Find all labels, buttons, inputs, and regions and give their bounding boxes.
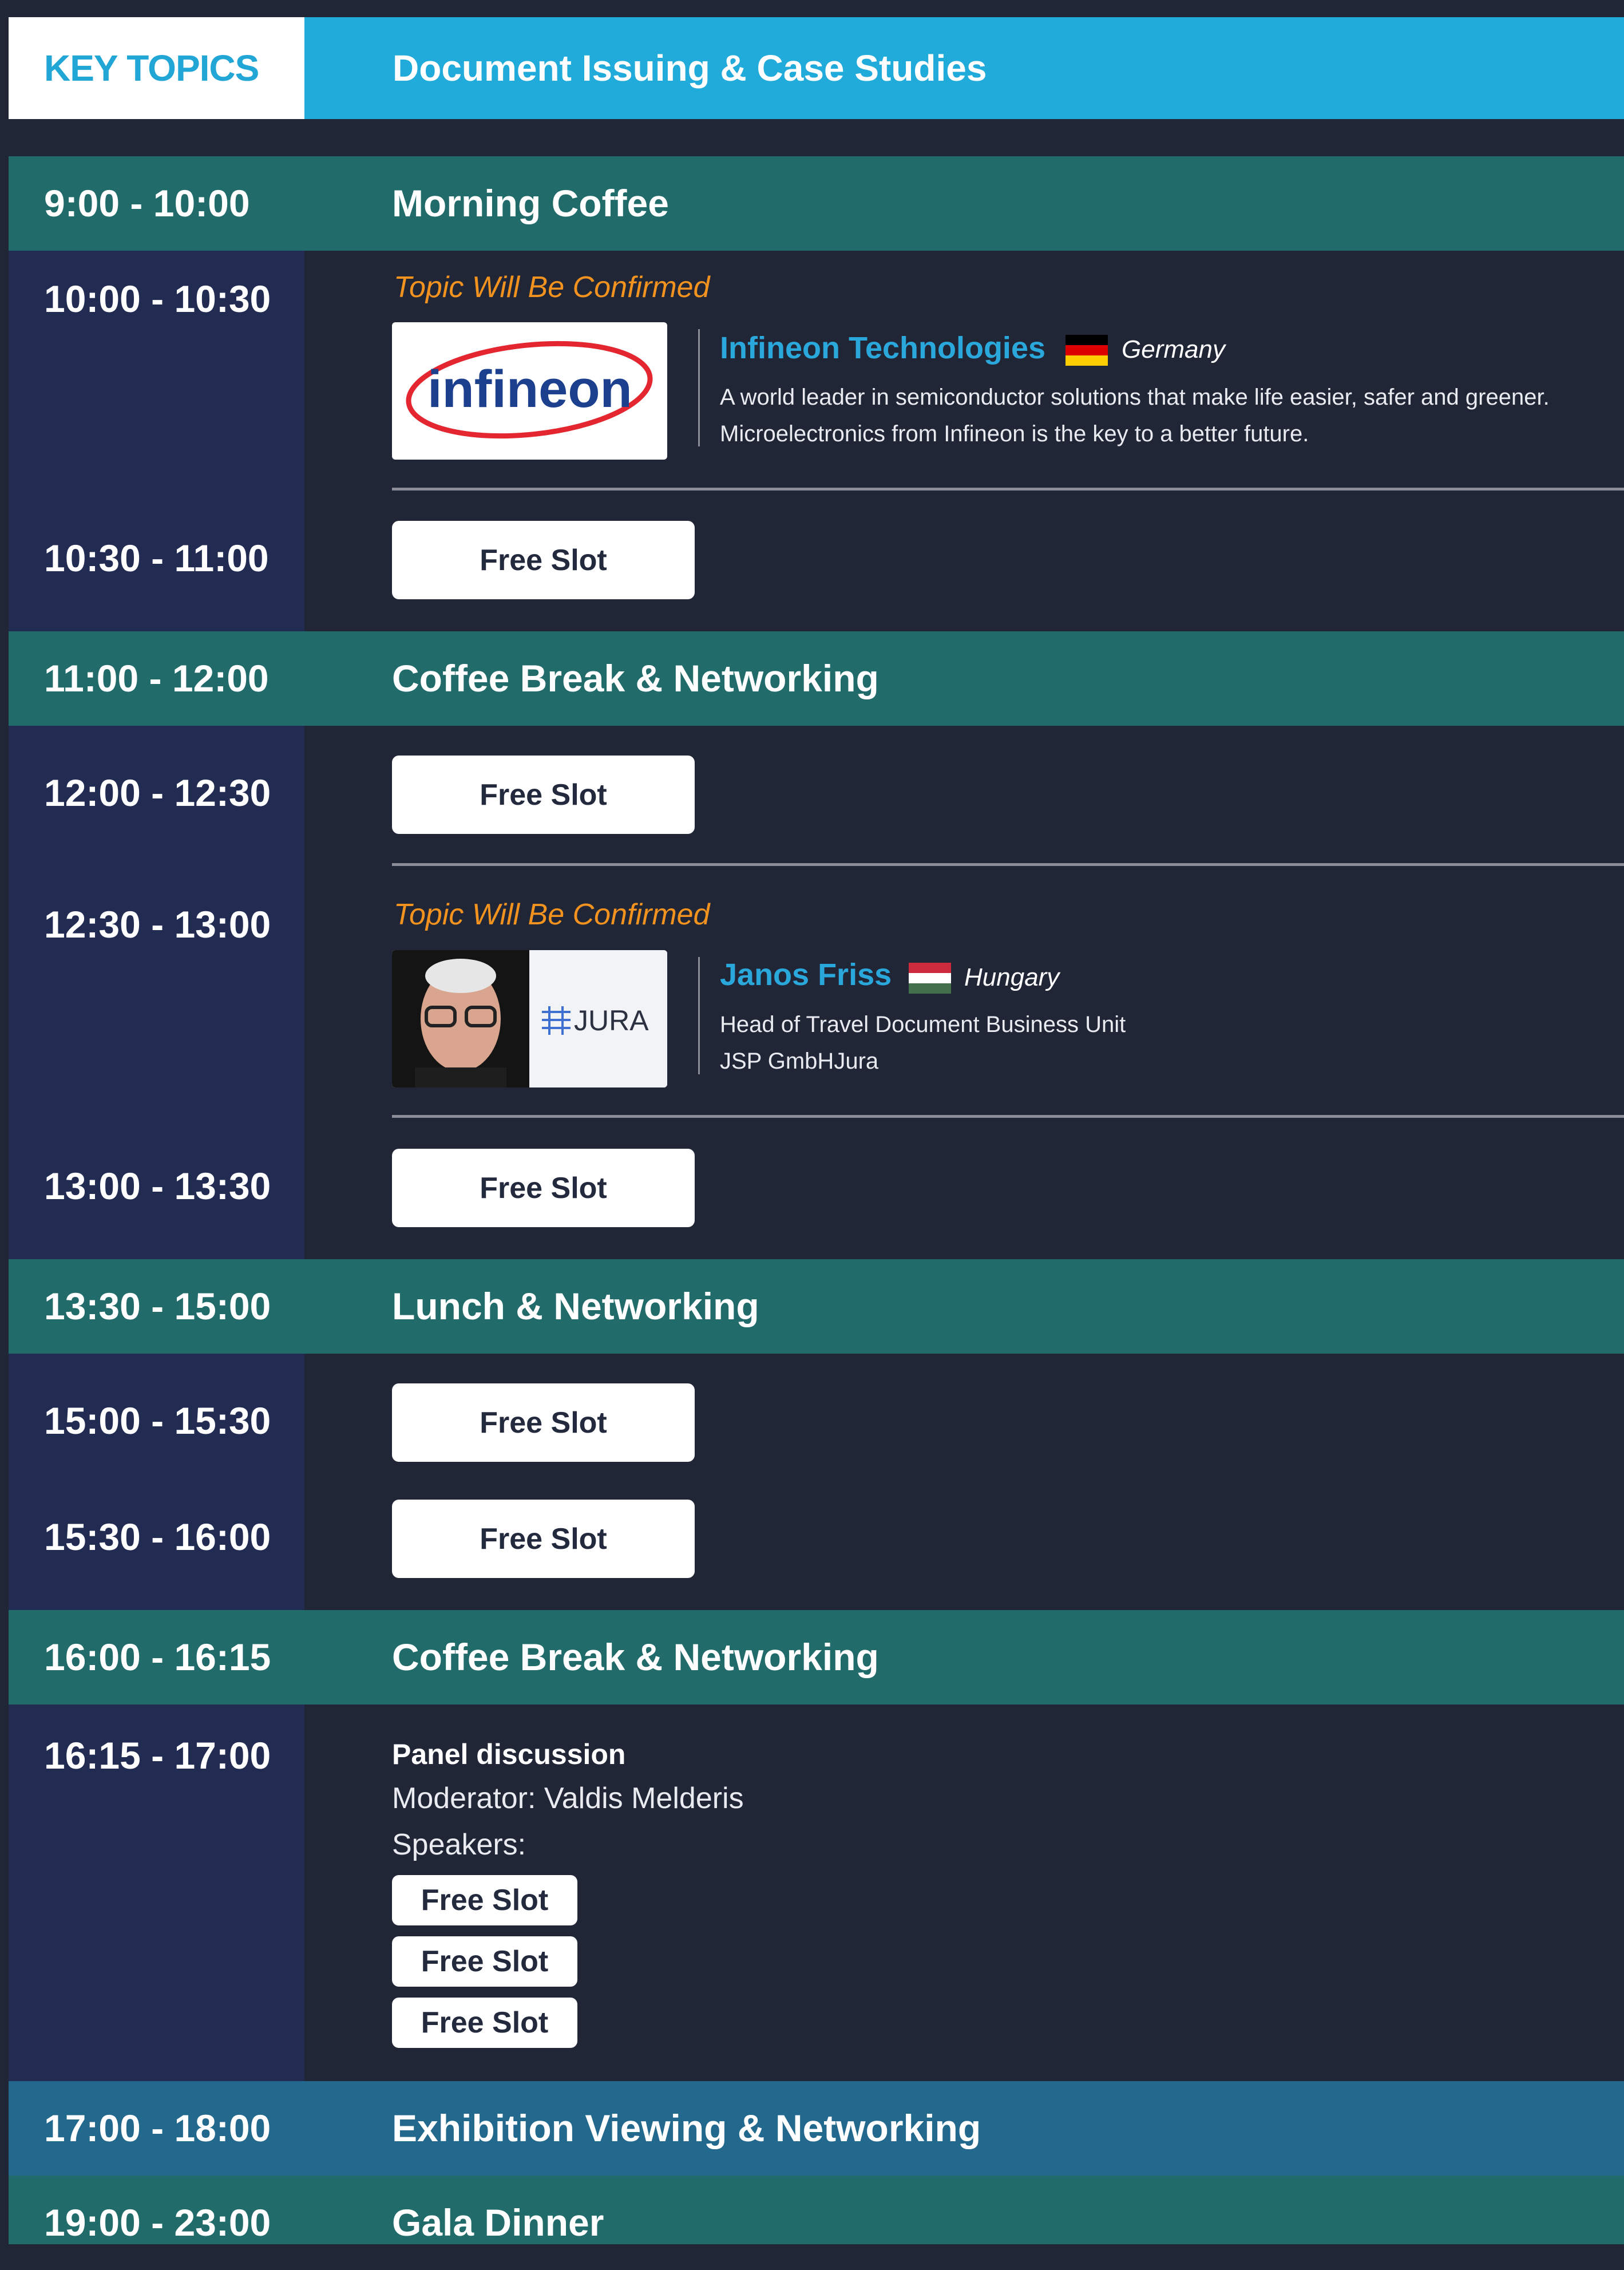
divider — [392, 488, 1624, 491]
speaker-photo-and-jura-logo: JURA — [392, 950, 667, 1087]
free-slot-button[interactable]: Free Slot — [392, 756, 695, 834]
company-logo: infineon — [392, 322, 667, 460]
slot-time: 12:00 - 12:30 — [44, 772, 271, 814]
speaker-description: Head of Travel Document Business Unit JS… — [720, 1006, 1126, 1079]
topic-label: Topic Will Be Confirmed — [394, 271, 710, 304]
key-topics-text: KEY TOPICS — [44, 48, 259, 89]
company-name-link[interactable]: Infineon Technologies — [720, 330, 1045, 366]
germany-flag-icon — [1065, 335, 1108, 366]
band-title: Lunch & Networking — [392, 1285, 759, 1327]
band-title: Morning Coffee — [392, 182, 669, 224]
band-title: Exhibition Viewing & Networking — [392, 2107, 981, 2149]
jura-logo-text: JURA — [574, 1005, 649, 1037]
slot-time: 16:15 - 17:00 — [44, 1734, 271, 1777]
key-topics-label: KEY TOPICS — [9, 17, 304, 119]
schedule-band: 13:30 - 15:00 Lunch & Networking — [9, 1259, 1624, 1354]
speakers-label: Speakers: — [392, 1828, 526, 1861]
description-line: Head of Travel Document Business Unit — [720, 1012, 1126, 1037]
speaker-free-slot-button[interactable]: Free Slot — [392, 1998, 577, 2048]
description-line: Microelectronics from Infineon is the ke… — [720, 421, 1309, 446]
divider — [392, 863, 1624, 866]
schedule-band: 11:00 - 12:00 Coffee Break & Networking — [9, 631, 1624, 726]
schedule-band: 19:00 - 23:00 Gala Dinner — [9, 2176, 1624, 2244]
band-time: 11:00 - 12:00 — [44, 657, 269, 699]
free-slot-button[interactable]: Free Slot — [392, 1500, 695, 1578]
slot-time: 10:30 - 11:00 — [44, 537, 269, 579]
panel-title: Panel discussion — [392, 1738, 626, 1770]
band-time: 13:30 - 15:00 — [44, 1285, 271, 1327]
free-slot-button[interactable]: Free Slot — [392, 521, 695, 599]
topic-label: Topic Will Be Confirmed — [394, 898, 710, 931]
band-time: 9:00 - 10:00 — [44, 182, 250, 224]
slot-time: 15:30 - 16:00 — [44, 1516, 271, 1558]
schedule-band: 17:00 - 18:00 Exhibition Viewing & Netwo… — [9, 2081, 1624, 2176]
track-title: Document Issuing & Case Studies — [393, 48, 987, 89]
speaker-logo: JURA — [392, 950, 667, 1087]
schedule-band: 9:00 - 10:00 Morning Coffee — [9, 156, 1624, 251]
speaker-free-slot-button[interactable]: Free Slot — [392, 1936, 577, 1987]
slot-time: 13:00 - 13:30 — [44, 1165, 271, 1207]
slot-time: 15:00 - 15:30 — [44, 1399, 271, 1442]
band-time: 16:00 - 16:15 — [44, 1636, 271, 1678]
separator — [698, 957, 700, 1074]
separator — [698, 329, 700, 446]
description-line: A world leader in semiconductor solution… — [720, 385, 1550, 410]
band-title: Coffee Break & Networking — [392, 1636, 879, 1678]
slot-time: 12:30 - 13:00 — [44, 903, 271, 946]
moderator-label: Moderator: Valdis Melderis — [392, 1782, 744, 1815]
description-line: JSP GmbHJura — [720, 1049, 879, 1074]
free-slot-button[interactable]: Free Slot — [392, 1383, 695, 1462]
infineon-logo-icon: infineon — [406, 341, 653, 439]
speaker-name-link[interactable]: Janos Friss — [720, 957, 892, 992]
band-time: 17:00 - 18:00 — [44, 2107, 271, 2149]
band-title: Coffee Break & Networking — [392, 657, 879, 699]
band-time: 19:00 - 23:00 — [44, 2201, 271, 2244]
free-slot-button[interactable]: Free Slot — [392, 1149, 695, 1227]
speaker-free-slot-button[interactable]: Free Slot — [392, 1875, 577, 1925]
company-description: A world leader in semiconductor solution… — [720, 379, 1618, 452]
track-title-bar: Document Issuing & Case Studies — [304, 17, 1624, 119]
divider — [392, 1115, 1624, 1118]
hungary-flag-icon — [909, 963, 951, 994]
band-title: Gala Dinner — [392, 2201, 604, 2244]
country-label: Germany — [1122, 335, 1225, 363]
country-label: Hungary — [964, 963, 1060, 991]
time-column-segment — [9, 1354, 304, 1610]
infineon-logo-text: infineon — [427, 360, 632, 418]
slot-time: 10:00 - 10:30 — [44, 278, 271, 320]
schedule-band: 16:00 - 16:15 Coffee Break & Networking — [9, 1610, 1624, 1705]
